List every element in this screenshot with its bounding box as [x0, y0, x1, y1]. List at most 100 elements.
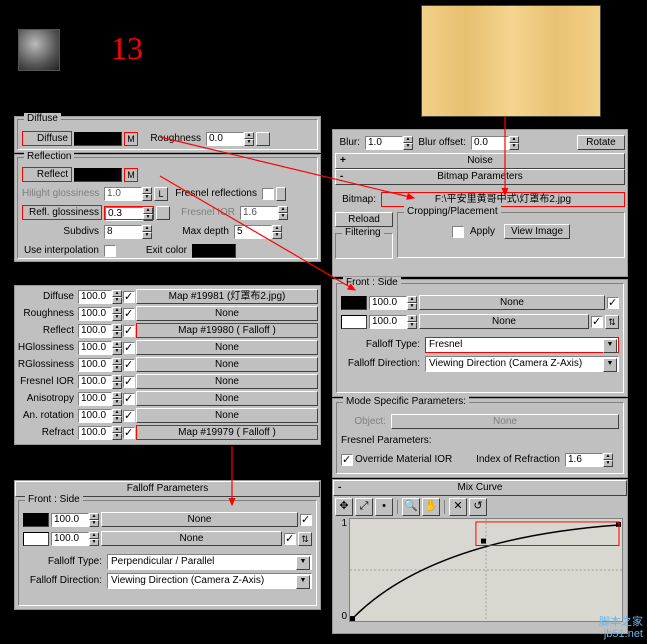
curve-canvas[interactable]: [349, 518, 623, 622]
map-slot[interactable]: Map #19981 (灯罩布2.jpg): [136, 289, 318, 304]
curve-toolbar: ✥ ⤢ • 🔍 ✋ ✕ ↺: [333, 496, 489, 518]
fresnel-checkbox[interactable]: [262, 188, 274, 200]
falloff2-val1[interactable]: ▲▼: [369, 296, 417, 310]
reset-tool[interactable]: ↺: [469, 498, 487, 516]
map-amount[interactable]: ▲▼: [78, 341, 122, 355]
move-tool[interactable]: ✥: [335, 498, 353, 516]
map-name: Diffuse: [17, 291, 77, 302]
diffuse-color[interactable]: [74, 132, 122, 146]
map-amount[interactable]: ▲▼: [78, 307, 122, 321]
reflg-map-button[interactable]: [156, 206, 170, 220]
map-amount[interactable]: ▲▼: [78, 392, 122, 406]
map-slot[interactable]: Map #19980 ( Falloff ): [136, 323, 318, 338]
falloff2-chk1[interactable]: [607, 297, 619, 309]
bitmap-path-button[interactable]: F:\平安里黄哥中式\灯罩布2.jpg: [381, 192, 625, 207]
add-point-tool[interactable]: •: [375, 498, 393, 516]
map-amount[interactable]: ▲▼: [78, 409, 122, 423]
falloff1-val2[interactable]: ▲▼: [51, 532, 99, 546]
maxdepth-spinner[interactable]: ▲▼: [234, 225, 282, 239]
falloff2-color2[interactable]: [341, 315, 367, 329]
bitmap-label: Bitmap:: [335, 194, 379, 205]
map-slot[interactable]: Map #19979 ( Falloff ): [136, 425, 318, 440]
map-enable[interactable]: [123, 291, 135, 303]
hilight-lock[interactable]: L: [154, 187, 168, 201]
falloff1-dir-label: Falloff Direction:: [23, 575, 105, 586]
falloff2-val2[interactable]: ▲▼: [369, 315, 417, 329]
hilight-spinner: ▲▼: [104, 187, 152, 201]
falloff1-dir-drop[interactable]: Viewing Direction (Camera Z-Axis): [107, 573, 312, 589]
diffuse-map-button[interactable]: M: [124, 132, 138, 146]
map-enable[interactable]: [123, 376, 135, 388]
falloff1-val1[interactable]: ▲▼: [51, 513, 99, 527]
falloff1-panel: Falloff Parameters Front : Side ▲▼ None …: [14, 480, 321, 610]
falloff2-panel: Front : Side ▲▼ None ▲▼ None ⇅ Falloff T…: [332, 279, 628, 397]
delete-tool[interactable]: ✕: [449, 498, 467, 516]
falloff1-swap[interactable]: ⇅: [298, 532, 312, 546]
falloff2-type-drop[interactable]: Fresnel: [425, 337, 619, 353]
mixcurve-header[interactable]: -Mix Curve: [333, 480, 627, 496]
bitmap-params-header[interactable]: -Bitmap Parameters: [335, 169, 625, 185]
falloff1-chk2[interactable]: [284, 533, 296, 545]
falloff1-color1[interactable]: [23, 513, 49, 527]
roughness-map-button[interactable]: [256, 132, 270, 146]
reload-button[interactable]: Reload: [335, 212, 393, 227]
map-enable[interactable]: [123, 393, 135, 405]
map-amount[interactable]: ▲▼: [78, 358, 122, 372]
map-slot[interactable]: None: [136, 408, 318, 423]
blur-spinner[interactable]: ▲▼: [365, 136, 413, 150]
falloff2-chk2[interactable]: [591, 316, 603, 328]
map-name: Fresnel IOR: [17, 376, 77, 387]
map-amount[interactable]: ▲▼: [78, 426, 122, 440]
reflection-panel: Reflection Reflect M Hilight glossiness …: [14, 154, 321, 262]
falloff2-map1[interactable]: None: [419, 295, 605, 310]
ior-spinner[interactable]: ▲▼: [565, 453, 613, 467]
map-enable[interactable]: [123, 325, 135, 337]
falloff2-swap[interactable]: ⇅: [605, 315, 619, 329]
diffuse-title: Diffuse: [24, 113, 61, 124]
map-amount[interactable]: ▲▼: [78, 324, 122, 338]
bitmap-panel: Blur: ▲▼ Blur offset: ▲▼ Rotate +Noise -…: [332, 129, 628, 277]
falloff1-map2[interactable]: None: [101, 531, 282, 546]
rotate-button[interactable]: Rotate: [577, 135, 625, 150]
falloff2-map2[interactable]: None: [419, 314, 589, 329]
map-slot[interactable]: None: [136, 306, 318, 321]
map-enable[interactable]: [123, 359, 135, 371]
falloff1-color2[interactable]: [23, 532, 49, 546]
fresnel-label: Fresnel reflections: [170, 188, 260, 199]
reflg-spinner[interactable]: ▲▼: [104, 206, 154, 220]
falloff2-dir-drop[interactable]: Viewing Direction (Camera Z-Axis): [425, 356, 619, 372]
useinterp-checkbox[interactable]: [104, 245, 116, 257]
noise-header[interactable]: +Noise: [335, 153, 625, 169]
map-slot[interactable]: None: [136, 374, 318, 389]
fresnel-lock[interactable]: [276, 187, 286, 201]
step-number: 13: [111, 30, 143, 67]
map-slot[interactable]: None: [136, 391, 318, 406]
map-slot[interactable]: None: [136, 357, 318, 372]
override-checkbox[interactable]: [341, 454, 353, 466]
falloff1-type-drop[interactable]: Perpendicular / Parallel: [107, 554, 312, 570]
subdivs-spinner[interactable]: ▲▼: [104, 225, 152, 239]
roughness-spinner[interactable]: ▲▼: [206, 132, 254, 146]
map-name: RGlossiness: [17, 359, 77, 370]
map-amount[interactable]: ▲▼: [78, 375, 122, 389]
falloff2-color1[interactable]: [341, 296, 367, 310]
object-label: Object:: [341, 416, 389, 427]
exitcolor-swatch[interactable]: [192, 244, 236, 258]
map-enable[interactable]: [123, 308, 135, 320]
falloff1-map1[interactable]: None: [101, 512, 298, 527]
reflect-color[interactable]: [74, 168, 122, 182]
map-amount[interactable]: ▲▼: [78, 290, 122, 304]
reflect-map-button[interactable]: M: [124, 168, 138, 182]
view-image-button[interactable]: View Image: [504, 224, 570, 239]
bluroff-spinner[interactable]: ▲▼: [471, 136, 519, 150]
falloff1-chk1[interactable]: [300, 514, 312, 526]
map-slot[interactable]: None: [136, 340, 318, 355]
pan-tool[interactable]: ✋: [422, 498, 440, 516]
zoom-tool[interactable]: 🔍: [402, 498, 420, 516]
object-button: None: [391, 414, 619, 429]
map-enable[interactable]: [123, 342, 135, 354]
map-enable[interactable]: [123, 410, 135, 422]
apply-checkbox[interactable]: [452, 226, 464, 238]
scale-tool[interactable]: ⤢: [355, 498, 373, 516]
map-enable[interactable]: [123, 427, 135, 439]
